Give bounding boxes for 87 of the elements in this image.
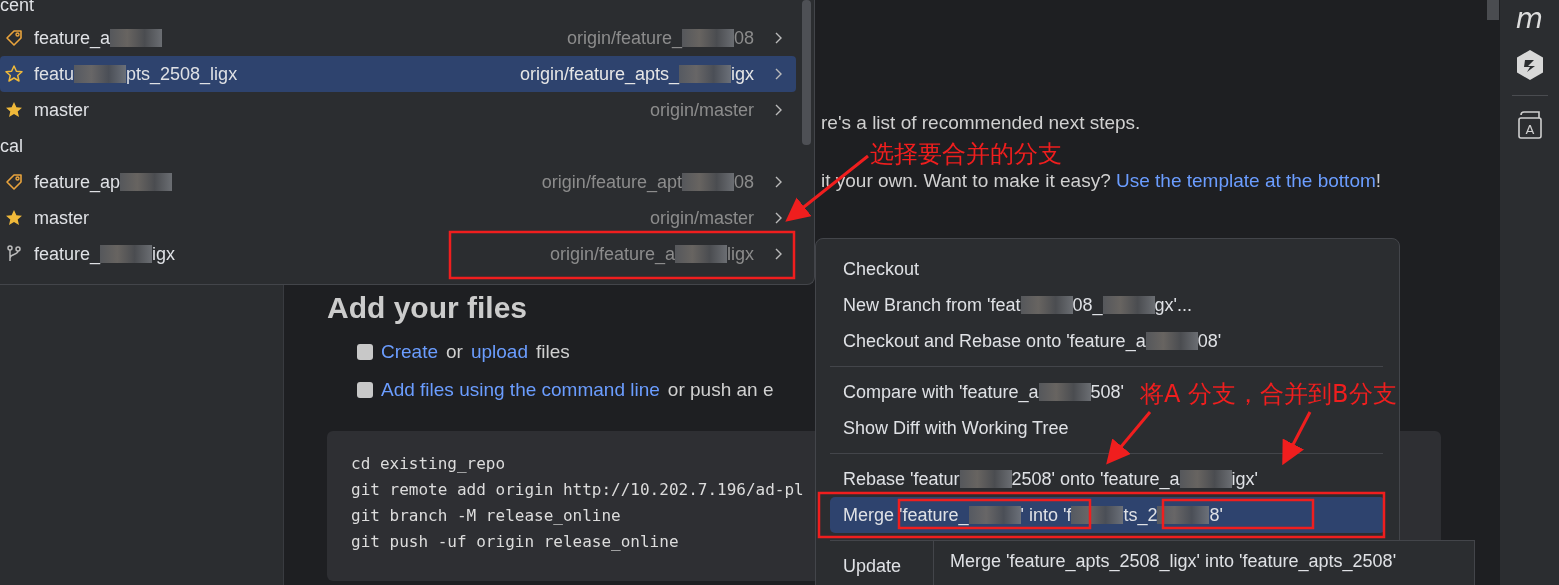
star-icon bbox=[4, 100, 24, 120]
body-text: re's a list of recommended next steps. bbox=[821, 112, 1142, 134]
menu-item-text: Update bbox=[843, 555, 902, 577]
branch-row[interactable]: feature_ igx origin/feature_a ligx bbox=[0, 236, 796, 272]
chevron-right-icon bbox=[774, 212, 782, 224]
branch-name: master bbox=[34, 207, 89, 229]
blurred-mosaic bbox=[1102, 296, 1155, 314]
annotation-arrow bbox=[1282, 411, 1312, 466]
chevron-right-icon bbox=[774, 248, 782, 260]
menu-item-text: Checkout and Rebase onto 'feature_a bbox=[843, 330, 1146, 352]
remote-branch: ligx bbox=[727, 243, 754, 265]
task-text: or push an e bbox=[667, 379, 774, 401]
section-header: cal bbox=[0, 135, 24, 158]
branch-row[interactable]: feature_ap origin/feature_apt 08 bbox=[0, 164, 796, 200]
menu-item-text: ' into 'f bbox=[1020, 504, 1072, 526]
menu-item-text: Checkout bbox=[843, 258, 920, 280]
menu-item-text: 08' bbox=[1197, 330, 1222, 352]
menu-item[interactable]: Compare with 'feature_a 508' bbox=[830, 374, 1130, 410]
task-checkbox[interactable] bbox=[357, 344, 373, 360]
task-link[interactable]: Create bbox=[381, 341, 439, 363]
menu-item-text: Merge 'feature_ bbox=[843, 504, 969, 526]
branch-row[interactable]: featu pts_2508_ligx origin/feature_apts_ igx bbox=[0, 56, 796, 92]
task-link[interactable]: upload bbox=[470, 341, 528, 363]
scrollbar-thumb[interactable] bbox=[1486, 0, 1499, 20]
branch-row[interactable]: master origin/master bbox=[0, 200, 796, 236]
remote-branch: igx bbox=[731, 63, 754, 85]
menu-item[interactable]: Checkout bbox=[830, 251, 926, 287]
menu-item[interactable]: Update bbox=[830, 548, 908, 584]
remote-branch: origin/feature_apts_ bbox=[519, 63, 679, 85]
menu-item-text: gx'... bbox=[1154, 294, 1192, 316]
annotation-text: 选择要合并的分支 bbox=[870, 139, 1062, 170]
menu-item-text: 508' bbox=[1090, 381, 1124, 403]
menu-item-text: New Branch from 'feat bbox=[843, 294, 1021, 316]
plugin-hexagon-icon[interactable] bbox=[1514, 49, 1545, 81]
app-logo[interactable]: m bbox=[1515, 2, 1544, 35]
task-text: or bbox=[446, 341, 463, 363]
menu-item-text: 08_ bbox=[1072, 294, 1103, 316]
branch-row[interactable]: feature_a origin/feature_ 08 bbox=[0, 20, 796, 56]
menu-item-text: igx' bbox=[1231, 468, 1258, 490]
menu-item-text: 2508' onto 'feature_a bbox=[1011, 468, 1180, 490]
menu-item-text: Rebase 'featur bbox=[843, 468, 960, 490]
chevron-right-icon bbox=[774, 104, 782, 116]
remote-branch: origin/feature_a bbox=[549, 243, 675, 265]
branch-name: feature_a bbox=[34, 27, 111, 49]
branch-name: featu bbox=[34, 63, 75, 85]
task-link[interactable]: Add files using the command line bbox=[381, 379, 660, 401]
tag-icon bbox=[4, 28, 24, 48]
menu-item[interactable]: New Branch from 'feat 08_ gx'... bbox=[830, 287, 1198, 323]
scrollbar-thumb[interactable] bbox=[802, 0, 811, 145]
branch-name: feature_ bbox=[34, 243, 101, 265]
blurred-mosaic bbox=[1179, 470, 1232, 488]
remote-branch: 08 bbox=[733, 171, 754, 193]
menu-item[interactable]: Checkout and Rebase onto 'feature_a 08' bbox=[830, 323, 1228, 359]
branch-name: igx bbox=[152, 243, 176, 265]
remote-branch: origin/feature_ bbox=[566, 27, 682, 49]
section-heading: Add your files bbox=[327, 290, 528, 326]
remote-branch: 08 bbox=[733, 27, 754, 49]
template-link[interactable]: Use the template at the bottom bbox=[1116, 170, 1376, 191]
branch-name: feature_ap bbox=[34, 171, 121, 193]
punctuation-text: ! bbox=[1375, 170, 1382, 191]
menu-item[interactable]: Merge 'feature_ ' into 'f ts_2 8' bbox=[830, 497, 1385, 533]
annotation-arrow bbox=[1106, 411, 1152, 465]
branch-name: master bbox=[34, 99, 89, 121]
section-header: cent bbox=[0, 0, 36, 17]
chevron-right-icon bbox=[774, 176, 782, 188]
annotation-text: 将A 分支，合并到B分支 bbox=[1140, 379, 1397, 410]
branch-name: pts_2508_ligx bbox=[126, 63, 238, 85]
remote-branch: origin/feature_apt bbox=[541, 171, 682, 193]
remote-branch: origin/master bbox=[649, 99, 754, 121]
star-outline-icon bbox=[4, 64, 24, 84]
blurred-mosaic bbox=[1071, 506, 1124, 524]
body-text: it your own. Want to make it easy? bbox=[821, 170, 1111, 191]
tooltip: Merge 'feature_apts_2508_ligx' into 'feature_apts_2508' bbox=[933, 540, 1475, 585]
task-text: files bbox=[536, 341, 570, 363]
menu-item[interactable]: Rebase 'featur 2508' onto 'feature_a igx' bbox=[830, 461, 1264, 497]
blurred-mosaic bbox=[1157, 506, 1210, 524]
remote-branch: origin/master bbox=[649, 207, 754, 229]
task-checkbox[interactable] bbox=[357, 382, 373, 398]
branch-row[interactable]: master origin/master bbox=[0, 92, 796, 128]
star-icon bbox=[4, 208, 24, 228]
tag-icon bbox=[4, 172, 24, 192]
branch-icon bbox=[4, 244, 24, 264]
menu-item-text: 8' bbox=[1209, 504, 1223, 526]
menu-item-text: ts_2 bbox=[1123, 504, 1158, 526]
chevron-right-icon bbox=[774, 68, 782, 80]
chevron-right-icon bbox=[774, 32, 782, 44]
menu-item-text: Compare with 'feature_a bbox=[843, 381, 1039, 403]
